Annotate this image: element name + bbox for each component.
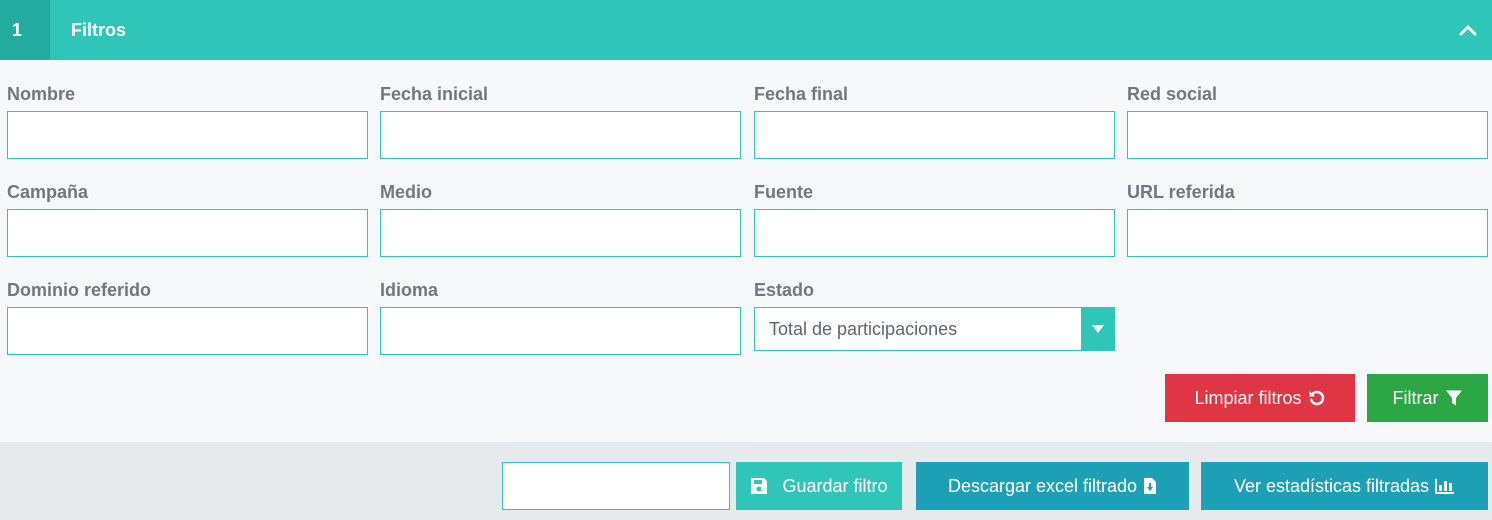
- bar-chart-icon: [1435, 478, 1455, 494]
- fecha-final-field-group: Fecha final: [754, 83, 1115, 159]
- fecha-inicial-label: Fecha inicial: [380, 84, 489, 104]
- campana-label: Campaña: [7, 182, 89, 202]
- estado-select[interactable]: Total de participaciones: [754, 307, 1115, 351]
- red-social-label: Red social: [1127, 84, 1218, 104]
- idioma-field-group: Idioma: [380, 279, 741, 355]
- fecha-inicial-field-group: Fecha inicial: [380, 83, 741, 159]
- clear-filters-button[interactable]: Limpiar filtros: [1165, 374, 1355, 422]
- footer-bar: Guardar filtro Descargar excel filtrado …: [0, 442, 1492, 520]
- red-social-input[interactable]: [1127, 111, 1488, 159]
- filter-button[interactable]: Filtrar: [1367, 374, 1488, 422]
- download-excel-label: Descargar excel filtrado: [947, 475, 1138, 496]
- nombre-field-group: Nombre: [7, 83, 368, 159]
- url-referida-label: URL referida: [1127, 182, 1235, 202]
- fecha-final-label: Fecha final: [754, 84, 849, 104]
- floppy-disk-icon: [750, 477, 768, 495]
- filter-name-input[interactable]: [502, 462, 730, 510]
- save-filter-button[interactable]: Guardar filtro: [736, 462, 902, 510]
- estado-field-group: Estado Total de participaciones: [754, 279, 1115, 351]
- view-stats-button[interactable]: Ver estadísticas filtradas: [1201, 462, 1488, 510]
- fuente-input[interactable]: [754, 209, 1115, 257]
- filter-label: Filtrar: [1392, 387, 1439, 408]
- medio-label: Medio: [380, 182, 432, 202]
- filter-icon: [1445, 389, 1463, 407]
- estado-selected-value: Total de participaciones: [769, 319, 958, 339]
- view-stats-label: Ver estadísticas filtradas: [1233, 475, 1430, 496]
- save-filter-label: Guardar filtro: [782, 475, 888, 496]
- section-title: Filtros: [71, 19, 127, 40]
- dominio-referido-field-group: Dominio referido: [7, 279, 368, 355]
- download-excel-button[interactable]: Descargar excel filtrado: [916, 462, 1189, 510]
- clear-filters-label: Limpiar filtros: [1194, 387, 1302, 408]
- fuente-label: Fuente: [754, 182, 814, 202]
- fuente-field-group: Fuente: [754, 181, 1115, 257]
- url-referida-field-group: URL referida: [1127, 181, 1488, 257]
- filters-panel: Nombre Fecha inicial Fecha final Red soc…: [0, 60, 1492, 442]
- nombre-label: Nombre: [7, 84, 76, 104]
- fecha-inicial-input[interactable]: [380, 111, 741, 159]
- estado-label: Estado: [754, 280, 815, 300]
- step-number: 1: [0, 0, 50, 60]
- url-referida-input[interactable]: [1127, 209, 1488, 257]
- dominio-referido-label: Dominio referido: [7, 280, 152, 300]
- file-download-icon: [1143, 477, 1157, 495]
- fecha-final-input[interactable]: [754, 111, 1115, 159]
- medio-field-group: Medio: [380, 181, 741, 257]
- undo-icon: [1308, 389, 1326, 407]
- red-social-field-group: Red social: [1127, 83, 1488, 159]
- dominio-referido-input[interactable]: [7, 307, 368, 355]
- chevron-up-icon[interactable]: [1456, 18, 1480, 42]
- nombre-input[interactable]: [7, 111, 368, 159]
- filters-header[interactable]: 1 Filtros: [0, 0, 1492, 60]
- idioma-input[interactable]: [380, 307, 741, 355]
- caret-down-icon[interactable]: [1081, 308, 1114, 350]
- campana-field-group: Campaña: [7, 181, 368, 257]
- idioma-label: Idioma: [380, 280, 439, 300]
- medio-input[interactable]: [380, 209, 741, 257]
- campana-input[interactable]: [7, 209, 368, 257]
